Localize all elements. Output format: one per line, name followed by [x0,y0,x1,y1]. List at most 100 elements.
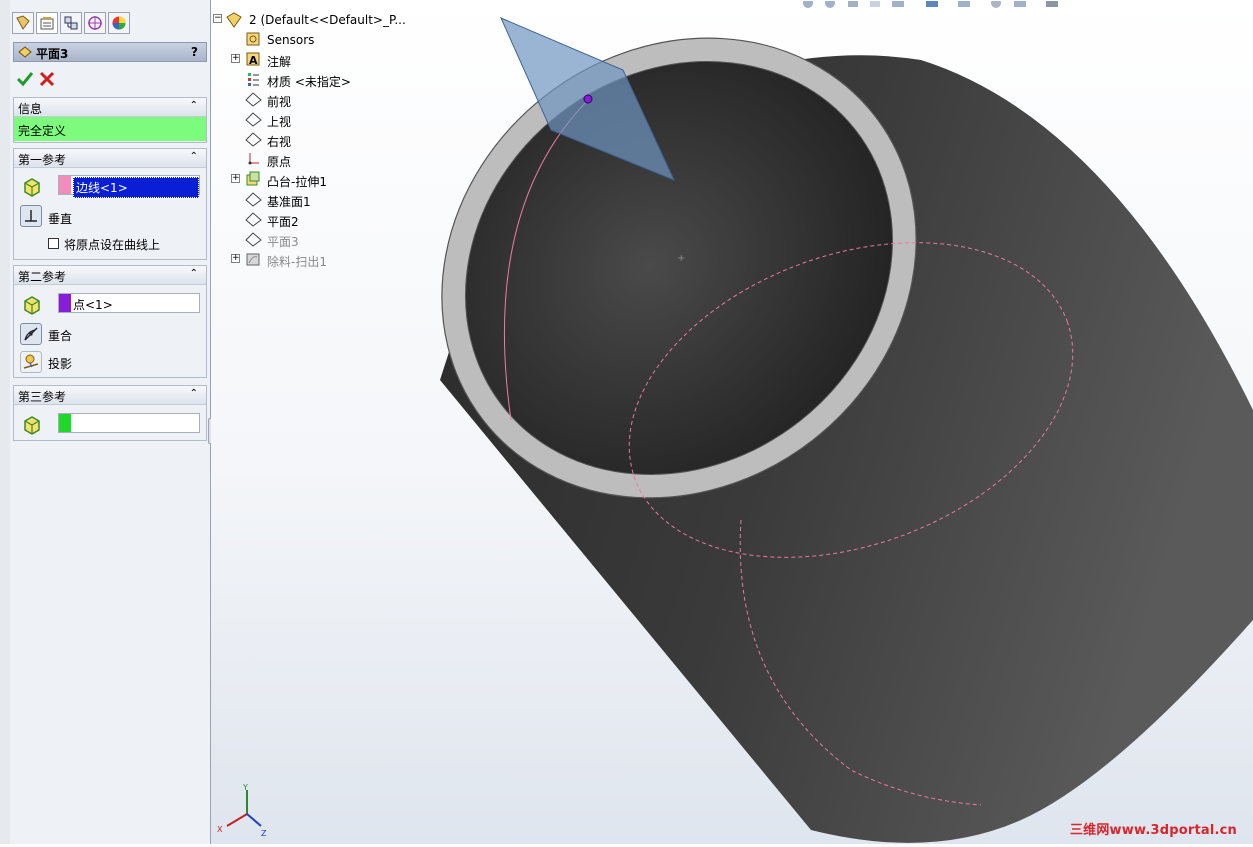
tree-item-label: 凸台-拉伸1 [267,175,327,189]
plane-icon [18,46,32,58]
first-reference-value: 边线<1> [73,177,199,198]
dimxpert-icon [88,16,102,30]
expand-toggle[interactable]: + [231,54,240,63]
tree-item-label: 平面3 [267,235,299,249]
tab-feature-manager[interactable] [12,12,34,34]
expand-toggle[interactable]: + [231,254,240,263]
project-label: 投影 [48,357,73,371]
model-view: + Y X Z [211,0,1253,844]
cube-icon [24,178,40,197]
tree-item-label: 注解 [267,55,292,69]
message-group-title: 信息 [18,102,43,116]
sweep-cut-icon [245,251,263,269]
axis-y-label: Y [242,783,248,792]
perpendicular-button[interactable] [20,205,42,227]
watermark: 三维网www.3dportal.cn [1069,823,1237,838]
tree-item-label: 上视 [267,115,292,129]
close-icon [39,71,55,87]
second-reference-selection[interactable]: 点<1> [58,293,200,313]
axis-z-label: Z [261,829,267,838]
selected-point[interactable] [583,94,593,104]
plane-icon [245,91,263,109]
status-text: 完全定义 [18,124,67,138]
part-icon [225,11,243,29]
plane-icon [245,111,263,129]
property-manager-title-bar: 平面3 ? [13,42,207,62]
third-reference-header[interactable]: 第三参考 ⌃ [14,386,206,405]
color-swatch [59,176,71,194]
second-reference-header[interactable]: 第二参考 ⌃ [14,266,206,285]
cube-icon [24,416,40,435]
plane-icon [245,231,263,249]
collapse-icon: ⌃ [189,388,198,399]
property-manager-icon [40,17,54,30]
third-reference-group: 第三参考 ⌃ [13,385,207,441]
plane-icon [245,131,263,149]
first-reference-header[interactable]: 第一参考 ⌃ [14,149,206,168]
feature-tree-icon [16,15,30,30]
tree-item-label: 右视 [267,135,292,149]
coincident-label: 重合 [48,329,73,343]
page-title: 平面3 [36,47,69,61]
manager-tabs [10,10,210,36]
third-reference-selection[interactable] [58,413,200,433]
property-manager-panel: 平面3 ? 信息 ⌃ 完全定义 第一参考 ⌃ 边线<1> 垂直 将原点设在曲线上… [10,0,211,844]
svg-text:A: A [249,54,258,67]
ok-button[interactable] [16,70,34,88]
tree-item-label: Sensors [267,33,315,47]
third-reference-title: 第三参考 [18,390,67,404]
help-button[interactable]: ? [191,45,198,59]
project-button[interactable] [20,351,42,373]
cancel-button[interactable] [38,70,56,88]
tab-dimxpert-manager[interactable] [84,12,106,34]
tree-item-label: 材质 <未指定> [267,75,351,89]
project-icon [23,354,39,369]
checkmark-icon [16,72,34,87]
view-toolbar-icons [803,0,1058,8]
status-message: 完全定义 [14,117,206,141]
tree-item-label: 基准面1 [267,195,311,209]
origin-icon [245,151,263,169]
collapse-icon: ⌃ [189,100,198,111]
collapse-icon: ⌃ [189,268,198,279]
sensor-icon [245,31,263,49]
message-group: 信息 ⌃ 完全定义 [13,97,207,143]
second-reference-title: 第二参考 [18,270,67,284]
heads-up-view-toolbar[interactable] [800,0,1080,10]
message-group-header[interactable]: 信息 ⌃ [14,98,206,117]
display-manager-icon [112,16,126,30]
color-swatch [59,414,71,432]
extrude-icon [245,171,263,189]
tab-property-manager[interactable] [36,12,58,34]
material-icon [245,71,263,89]
expand-toggle[interactable]: + [231,174,240,183]
expand-toggle[interactable]: − [213,14,222,23]
tab-configuration-manager[interactable] [60,12,82,34]
collapse-icon: ⌃ [189,151,198,162]
tree-item-label: 前视 [267,95,292,109]
graphics-viewport[interactable]: + Y X Z [211,0,1253,844]
cube-icon [24,296,40,315]
coincident-button[interactable] [20,323,42,345]
perpendicular-icon [25,210,37,222]
origin-on-curve-label: 将原点设在曲线上 [64,238,161,252]
coincident-icon [24,327,38,341]
tab-display-manager[interactable] [108,12,130,34]
first-reference-group: 第一参考 ⌃ 边线<1> 垂直 将原点设在曲线上 [13,148,207,260]
origin-marker: + [677,253,685,264]
first-reference-title: 第一参考 [18,153,67,167]
tree-item-label: 原点 [267,155,292,169]
annotation-icon: A [245,51,263,69]
tree-item-label: 2 (Default<<Default>_P... [249,13,406,27]
plane-icon [245,191,263,209]
color-swatch [59,294,71,312]
perpendicular-label: 垂直 [48,212,73,226]
second-reference-value: 点<1> [73,298,113,312]
first-reference-selection[interactable]: 边线<1> [58,175,200,198]
origin-on-curve-checkbox[interactable] [48,238,59,249]
axis-x-label: X [217,825,223,834]
tree-item-label: 平面2 [267,215,299,229]
plane-icon [245,211,263,229]
tree-item-label: 除料-扫出1 [267,255,327,269]
configuration-icon [64,16,78,30]
